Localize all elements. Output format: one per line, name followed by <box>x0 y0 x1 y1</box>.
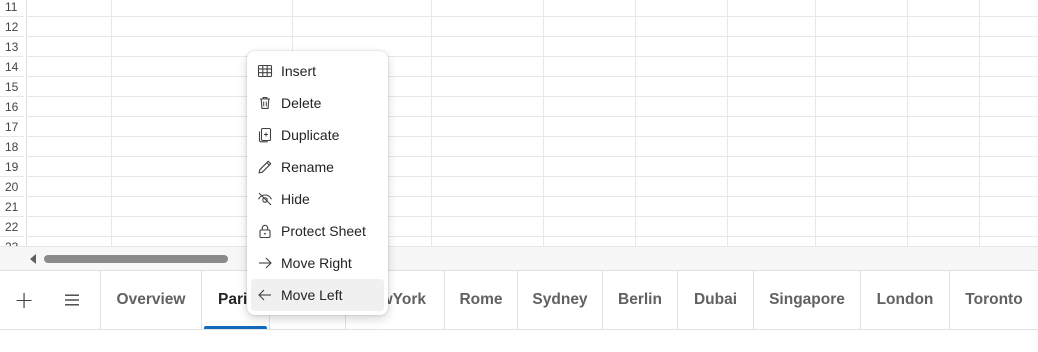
row-number[interactable]: 16 <box>0 97 24 117</box>
sheet-tab-dubai[interactable]: Dubai <box>677 271 753 329</box>
plus-icon: + <box>13 286 35 314</box>
row-divider <box>26 36 1038 37</box>
row-number[interactable]: 12 <box>0 17 24 37</box>
sheet-tab-sydney[interactable]: Sydney <box>517 271 602 329</box>
sheet-tab-label: Overview <box>116 291 186 308</box>
sheet-tab-label: Toronto <box>965 291 1023 308</box>
sheet-tab-toronto[interactable]: Toronto <box>949 271 1038 329</box>
row-number[interactable]: 15 <box>0 77 24 97</box>
row-divider <box>26 76 1038 77</box>
sheet-tab-label: Rome <box>459 291 503 308</box>
sheet-tab-label: Pari <box>218 291 248 308</box>
row-number[interactable]: 19 <box>0 157 24 177</box>
duplicate-icon <box>257 127 273 143</box>
arrow-right-icon <box>257 255 273 271</box>
row-divider <box>26 16 1038 17</box>
spreadsheet-grid[interactable]: 11121314151617181920212223 <box>0 0 1038 246</box>
row-divider <box>26 116 1038 117</box>
menu-item-duplicate[interactable]: Duplicate <box>251 119 384 151</box>
sheet-tab-label: London <box>876 291 934 308</box>
sheet-tab-overview[interactable]: Overview <box>100 271 201 329</box>
menu-item-label: Duplicate <box>281 127 340 143</box>
all-sheets-button[interactable] <box>48 271 96 329</box>
row-divider <box>26 96 1038 97</box>
lock-icon <box>257 223 273 239</box>
table-insert-icon <box>257 63 273 79</box>
add-sheet-button[interactable]: + <box>0 271 48 329</box>
menu-item-label: Protect Sheet <box>281 223 366 239</box>
sheet-tab-label: Dubai <box>693 291 738 308</box>
menu-item-move-left[interactable]: Move Left <box>251 279 384 311</box>
arrow-left-icon <box>257 287 273 303</box>
sheet-tabs: Overview Pari wYork Rome Sydney Berlin D… <box>100 271 1038 329</box>
row-number[interactable]: 22 <box>0 217 24 237</box>
horizontal-scrollbar[interactable] <box>0 246 1038 270</box>
row-divider <box>26 216 1038 217</box>
row-number[interactable]: 20 <box>0 177 24 197</box>
trash-icon <box>257 95 273 111</box>
row-number[interactable]: 23 <box>0 237 24 246</box>
row-divider <box>26 176 1038 177</box>
sheet-tab-label: Berlin <box>618 291 662 308</box>
row-number[interactable]: 13 <box>0 37 24 57</box>
menu-item-label: Move Right <box>281 255 352 271</box>
eye-off-icon <box>257 191 273 207</box>
menu-item-hide[interactable]: Hide <box>251 183 384 215</box>
menu-item-label: Rename <box>281 159 334 175</box>
menu-item-delete[interactable]: Delete <box>251 87 384 119</box>
menu-item-insert[interactable]: Insert <box>251 55 384 87</box>
row-number[interactable]: 17 <box>0 117 24 137</box>
sheet-tab-berlin[interactable]: Berlin <box>602 271 677 329</box>
menu-item-label: Delete <box>281 95 322 111</box>
menu-item-protect-sheet[interactable]: Protect Sheet <box>251 215 384 247</box>
hamburger-menu-icon <box>65 294 79 306</box>
menu-item-label: Insert <box>281 63 317 79</box>
sheet-context-menu: Insert Delete Duplicate Rename Hide Prot… <box>247 51 388 315</box>
sheet-tab-london[interactable]: London <box>860 271 949 329</box>
sheet-tab-singapore[interactable]: Singapore <box>753 271 860 329</box>
row-divider <box>26 56 1038 57</box>
menu-item-rename[interactable]: Rename <box>251 151 384 183</box>
row-number[interactable]: 11 <box>0 0 24 17</box>
menu-item-move-right[interactable]: Move Right <box>251 247 384 279</box>
row-divider <box>26 236 1038 237</box>
row-divider <box>26 196 1038 197</box>
sheet-tab-bar: + Overview Pari wYork Rome Sydney Berlin… <box>0 270 1038 330</box>
sheet-tab-rome[interactable]: Rome <box>444 271 517 329</box>
scroll-left-arrow-icon[interactable] <box>30 254 36 264</box>
row-divider <box>26 156 1038 157</box>
row-number[interactable]: 18 <box>0 137 24 157</box>
pencil-icon <box>257 159 273 175</box>
sheet-tab-label: Sydney <box>532 291 588 308</box>
scrollbar-thumb[interactable] <box>44 255 228 263</box>
menu-item-label: Move Left <box>281 287 343 303</box>
row-number[interactable]: 21 <box>0 197 24 217</box>
row-divider <box>26 136 1038 137</box>
row-number[interactable]: 14 <box>0 57 24 77</box>
sheet-tab-label: Singapore <box>769 291 845 308</box>
menu-item-label: Hide <box>281 191 310 207</box>
